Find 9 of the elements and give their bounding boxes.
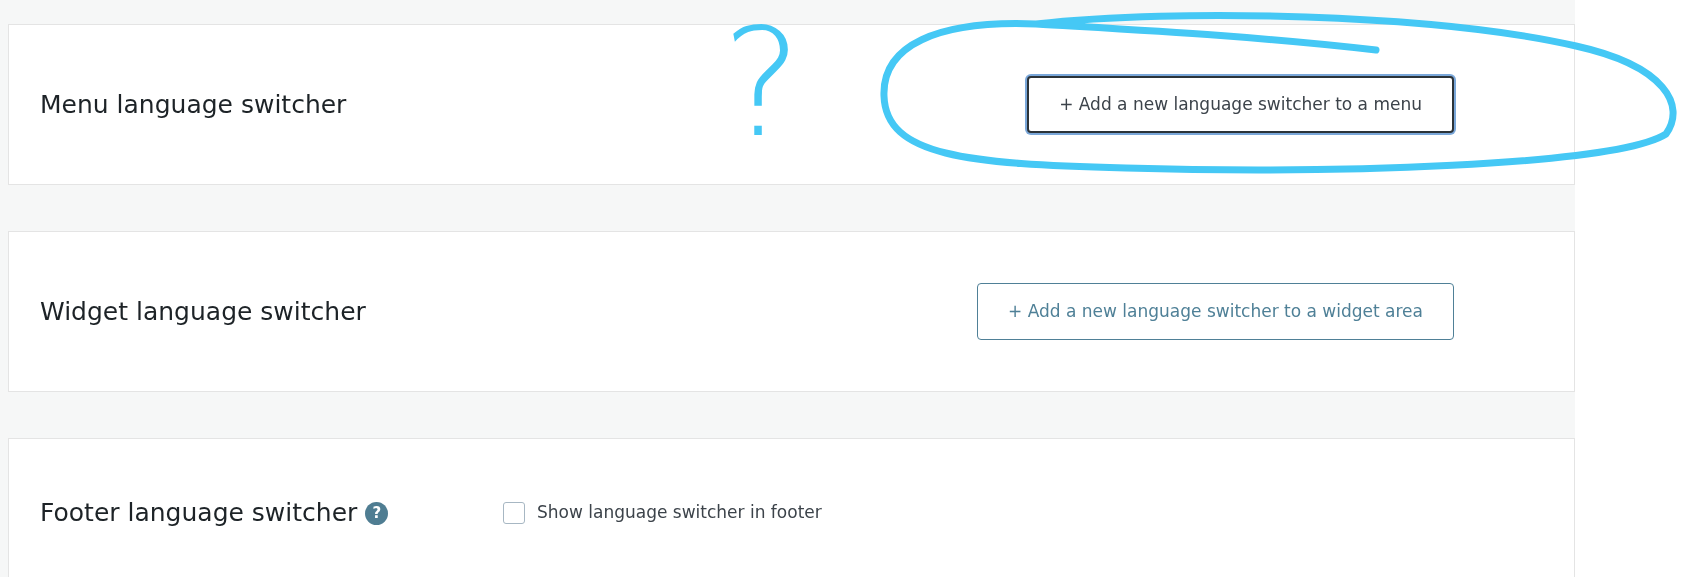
add-switcher-button[interactable]: + Add a new language switcher to a widget area bbox=[977, 283, 1454, 340]
section-title: Menu language switcher bbox=[40, 88, 347, 121]
checkbox-label: Show language switcher in footer bbox=[537, 501, 822, 525]
help-icon[interactable]: ? bbox=[365, 501, 389, 525]
add-switcher-button[interactable]: + Add a new language switcher to a menu bbox=[1027, 76, 1454, 133]
section-title: Footer language switcher bbox=[40, 497, 358, 530]
section-title: Widget language switcher bbox=[40, 295, 366, 328]
handwritten-question-mark: ? bbox=[722, 8, 802, 158]
checkbox[interactable] bbox=[503, 502, 525, 524]
